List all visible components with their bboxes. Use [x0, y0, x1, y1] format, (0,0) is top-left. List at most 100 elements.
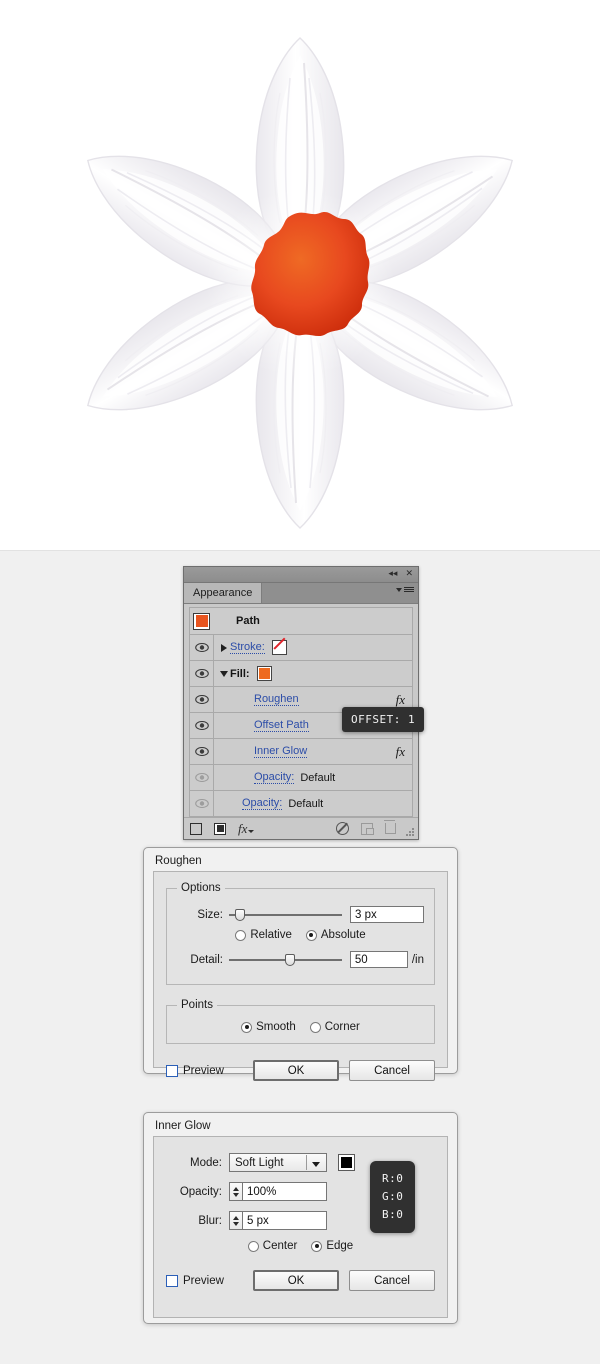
target-label: Path [236, 615, 260, 627]
opacity-object-label[interactable]: Opacity: [242, 797, 283, 810]
inner-glow-preview-checkbox-box [166, 1274, 178, 1287]
stroke-swatch-none[interactable] [271, 640, 287, 655]
resize-grip-icon[interactable] [406, 828, 415, 837]
stepper-up-icon[interactable] [233, 1215, 239, 1220]
inner-glow-opacity-input[interactable]: 100% [242, 1182, 327, 1201]
fill-label[interactable]: Fill: [230, 668, 250, 680]
clear-appearance-icon[interactable] [336, 822, 350, 835]
radio-center-dot [247, 1240, 259, 1252]
roughen-ok-button[interactable]: OK [253, 1060, 339, 1081]
inner-glow-blur-input[interactable]: 5 px [242, 1211, 327, 1230]
eye-icon [194, 643, 209, 652]
roughen-detail-input[interactable]: 50 [349, 951, 408, 968]
stepper-down-icon[interactable] [233, 1221, 239, 1226]
eye-icon [194, 669, 209, 678]
illustration-canvas [0, 0, 600, 551]
add-effect-fx-icon[interactable]: fx [238, 821, 255, 837]
double-left-chevron-icon[interactable]: ◂◂ [388, 570, 397, 579]
visibility-toggle-stroke[interactable] [190, 635, 214, 660]
appearance-row-opacity-object-content[interactable]: Opacity: Default [214, 791, 412, 816]
appearance-row-inner-glow-content[interactable]: Inner Glow fx [214, 739, 412, 764]
roughen-preview-label: Preview [183, 1064, 224, 1077]
appearance-row-fill[interactable]: Fill: [189, 661, 413, 687]
disclosure-triangle-fill[interactable] [218, 670, 230, 677]
fx-indicator-inner-glow: fx [395, 743, 405, 759]
radio-edge-label: Edge [326, 1240, 354, 1252]
radio-edge[interactable]: Edge [311, 1240, 353, 1252]
roughen-cancel-button[interactable]: Cancel [349, 1060, 435, 1081]
appearance-row-inner-glow[interactable]: Inner Glow fx [189, 739, 413, 765]
radio-corner[interactable]: Corner [309, 1021, 360, 1033]
inner-glow-cancel-button[interactable]: Cancel [349, 1270, 435, 1291]
roughen-detail-label: Detail: [190, 953, 223, 966]
inner-glow-mode-label: Mode: [190, 1156, 222, 1169]
roughen-preview-checkbox[interactable]: Preview [166, 1064, 224, 1077]
close-icon[interactable]: ✕ [405, 570, 413, 579]
panel-menu-icon[interactable] [396, 587, 414, 592]
new-fill-icon[interactable] [190, 822, 202, 835]
appearance-row-fill-content[interactable]: Fill: [214, 661, 412, 686]
stroke-label[interactable]: Stroke: [230, 641, 265, 654]
size-slider-thumb[interactable] [234, 908, 245, 921]
appearance-row-stroke-content[interactable]: Stroke: [214, 635, 412, 660]
roughen-label[interactable]: Roughen [254, 693, 299, 706]
inner-glow-opacity-stepper[interactable] [229, 1182, 242, 1201]
target-swatch[interactable] [193, 612, 210, 630]
appearance-row-opacity-fill[interactable]: Opacity: Default [189, 765, 413, 791]
visibility-toggle-fill[interactable] [190, 661, 214, 686]
inner-glow-color-swatch[interactable] [338, 1154, 355, 1171]
radio-center[interactable]: Center [247, 1240, 297, 1252]
fill-swatch[interactable] [256, 666, 272, 681]
visibility-toggle-opacity-object[interactable] [190, 791, 214, 816]
roughen-points-group: Points Smooth Corner [166, 999, 435, 1044]
select-separator [306, 1155, 307, 1170]
visibility-toggle-opacity-fill[interactable] [190, 765, 214, 790]
stepper-up-icon[interactable] [233, 1186, 239, 1191]
inner-glow-opacity-label: Opacity: [179, 1185, 222, 1198]
appearance-row-opacity-object[interactable]: Opacity: Default [189, 791, 413, 817]
inner-glow-preview-checkbox[interactable]: Preview [166, 1274, 224, 1287]
disclosure-triangle-stroke[interactable] [218, 643, 230, 652]
radio-relative-label: Relative [250, 929, 292, 941]
inner-glow-mode-select[interactable]: Soft Light [229, 1153, 327, 1172]
inner-glow-ok-button[interactable]: OK [253, 1270, 339, 1291]
inner-glow-dialog-buttons: OK Cancel [253, 1270, 435, 1291]
radio-smooth-label: Smooth [256, 1021, 296, 1033]
flower-svg [64, 37, 536, 529]
appearance-row-stroke[interactable]: Stroke: [189, 635, 413, 661]
visibility-toggle-inner-glow[interactable] [190, 739, 214, 764]
roughen-size-input[interactable]: 3 px [350, 906, 424, 923]
offset-path-label[interactable]: Offset Path [254, 719, 309, 732]
stepper-down-icon[interactable] [233, 1192, 239, 1197]
radio-relative-dot [235, 929, 247, 941]
radio-absolute[interactable]: Absolute [305, 929, 366, 941]
roughen-size-mode-radios: Relative Absolute [177, 929, 424, 941]
inner-glow-label[interactable]: Inner Glow [254, 745, 308, 758]
opacity-object-value: Default [288, 797, 324, 810]
appearance-target-row[interactable]: Path [189, 607, 413, 635]
appearance-row-opacity-fill-content[interactable]: Opacity: Default [214, 765, 412, 790]
inner-glow-mode-value: Soft Light [235, 1156, 284, 1169]
opacity-fill-label[interactable]: Opacity: [254, 771, 295, 784]
fx-indicator-roughen: fx [395, 691, 405, 707]
delete-item-icon[interactable] [384, 820, 397, 834]
panel-tab-row: Appearance [184, 583, 418, 603]
tab-appearance[interactable]: Appearance [184, 583, 263, 603]
new-stroke-icon[interactable] [214, 822, 226, 835]
roughen-dialog-title: Roughen [155, 855, 202, 867]
radio-relative[interactable]: Relative [235, 929, 292, 941]
roughen-preview-checkbox-box [166, 1064, 178, 1077]
eye-icon-dimmed [194, 799, 209, 808]
inner-glow-preview-label: Preview [183, 1274, 224, 1287]
duplicate-item-icon[interactable] [361, 822, 375, 835]
visibility-toggle-offset-path[interactable] [190, 713, 214, 738]
detail-slider-thumb[interactable] [285, 953, 296, 966]
inner-glow-blur-stepper[interactable] [229, 1211, 242, 1230]
roughen-size-slider[interactable] [229, 908, 342, 921]
roughen-detail-slider[interactable] [229, 953, 342, 966]
visibility-toggle-roughen[interactable] [190, 687, 214, 712]
inner-glow-dialog-footer: Preview OK Cancel [166, 1270, 435, 1291]
inner-glow-blur-label: Blur: [198, 1214, 222, 1227]
radio-absolute-dot [305, 929, 317, 941]
radio-smooth[interactable]: Smooth [241, 1021, 296, 1033]
